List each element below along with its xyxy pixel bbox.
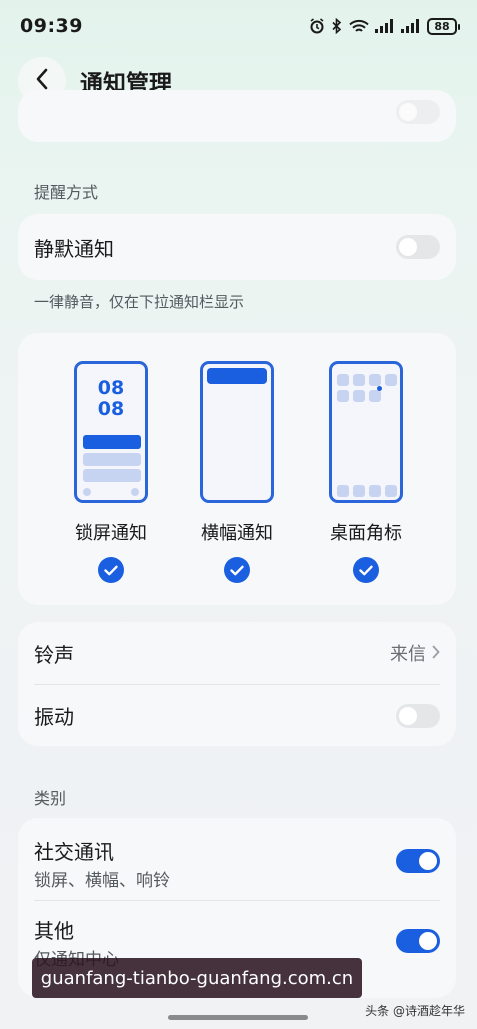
- ringtone-label: 铃声: [34, 642, 74, 667]
- category-toggle[interactable]: [396, 849, 440, 873]
- lockscreen-dot-right: [131, 488, 139, 496]
- chevron-right-icon: [432, 644, 440, 663]
- sound-card: 铃声 来信 振动: [18, 622, 456, 746]
- bluetooth-icon: [331, 18, 343, 34]
- category-label: 社交通讯: [34, 840, 114, 864]
- lockscreen-notification-bar: [83, 435, 141, 449]
- wifi-icon: [349, 19, 369, 34]
- dock-icon: [385, 485, 397, 497]
- app-icon: [369, 390, 381, 402]
- status-bar: 09:39 88: [0, 0, 477, 52]
- ringtone-row[interactable]: 铃声 来信: [18, 622, 456, 684]
- silent-card: 静默通知: [18, 214, 456, 280]
- lockscreen-clock-top: 08: [97, 377, 125, 399]
- lockscreen-placeholder-bar: [83, 469, 141, 482]
- source-caption: 头条 @诗酒趁年华: [365, 1004, 465, 1018]
- app-icon: [353, 374, 365, 386]
- check-icon: [224, 557, 250, 583]
- silent-description: 一律静音，仅在下拉通知栏显示: [34, 293, 245, 311]
- check-icon: [98, 557, 124, 583]
- dock-icon: [353, 485, 365, 497]
- toggle-knob: [399, 706, 417, 725]
- style-label-lockscreen: 锁屏通知: [75, 523, 147, 544]
- section-title-reminder: 提醒方式: [34, 183, 99, 202]
- watermark-banner: guanfang-tianbo-guanfang.com.cn: [32, 958, 362, 998]
- toggle-knob: [419, 852, 437, 870]
- ringtone-value: 来信: [390, 644, 426, 665]
- lockscreen-placeholder-bar: [83, 453, 141, 466]
- banner-bar: [207, 368, 267, 384]
- status-icons: 88: [309, 17, 460, 35]
- vibration-toggle[interactable]: [396, 703, 440, 728]
- toggle-knob: [399, 238, 417, 256]
- toggle-knob: [399, 103, 417, 121]
- category-sub: 锁屏、横幅、响铃: [34, 871, 170, 891]
- silent-row[interactable]: 静默通知: [18, 214, 456, 280]
- vibration-label: 振动: [34, 705, 74, 729]
- badge-preview: [329, 361, 403, 503]
- style-label-banner: 横幅通知: [201, 523, 273, 544]
- signal-icon-2: [401, 19, 421, 33]
- section-title-categories: 类别: [34, 789, 67, 808]
- app-icon: [385, 374, 397, 386]
- style-lockscreen[interactable]: 08 08 锁屏通知: [56, 333, 166, 593]
- badge-dot: [377, 386, 382, 391]
- toggle-knob: [419, 932, 437, 950]
- hidden-toggle[interactable]: [396, 100, 440, 124]
- silent-toggle[interactable]: [396, 235, 440, 259]
- battery-icon: 88: [427, 17, 460, 35]
- silent-label: 静默通知: [34, 236, 114, 261]
- lockscreen-preview: 08 08: [74, 361, 148, 503]
- ringtone-value-group: 来信: [390, 640, 440, 666]
- app-icon: [369, 374, 381, 386]
- status-time: 09:39: [20, 15, 83, 37]
- scrolled-card: [18, 90, 456, 142]
- app-icon: [337, 390, 349, 402]
- category-toggle[interactable]: [396, 929, 440, 953]
- alarm-icon: [309, 18, 325, 34]
- app-icon: [353, 390, 365, 402]
- vibration-row[interactable]: 振动: [18, 685, 456, 746]
- category-row[interactable]: 社交通讯 锁屏、横幅、响铃: [18, 818, 456, 900]
- style-badge[interactable]: 桌面角标: [311, 333, 421, 593]
- style-banner[interactable]: 横幅通知: [182, 333, 292, 593]
- app-icon: [337, 374, 349, 386]
- dock-icon: [369, 485, 381, 497]
- style-label-badge: 桌面角标: [330, 523, 402, 544]
- banner-preview: [200, 361, 274, 503]
- dock-icon: [337, 485, 349, 497]
- lockscreen-clock-bottom: 08: [97, 398, 125, 420]
- check-icon: [353, 557, 379, 583]
- category-label: 其他: [34, 919, 74, 943]
- signal-icon: [375, 19, 395, 33]
- home-indicator[interactable]: [168, 1015, 308, 1020]
- notification-styles-card: 08 08 锁屏通知 横幅通知 桌面角标: [18, 333, 456, 605]
- lockscreen-dot-left: [83, 488, 91, 496]
